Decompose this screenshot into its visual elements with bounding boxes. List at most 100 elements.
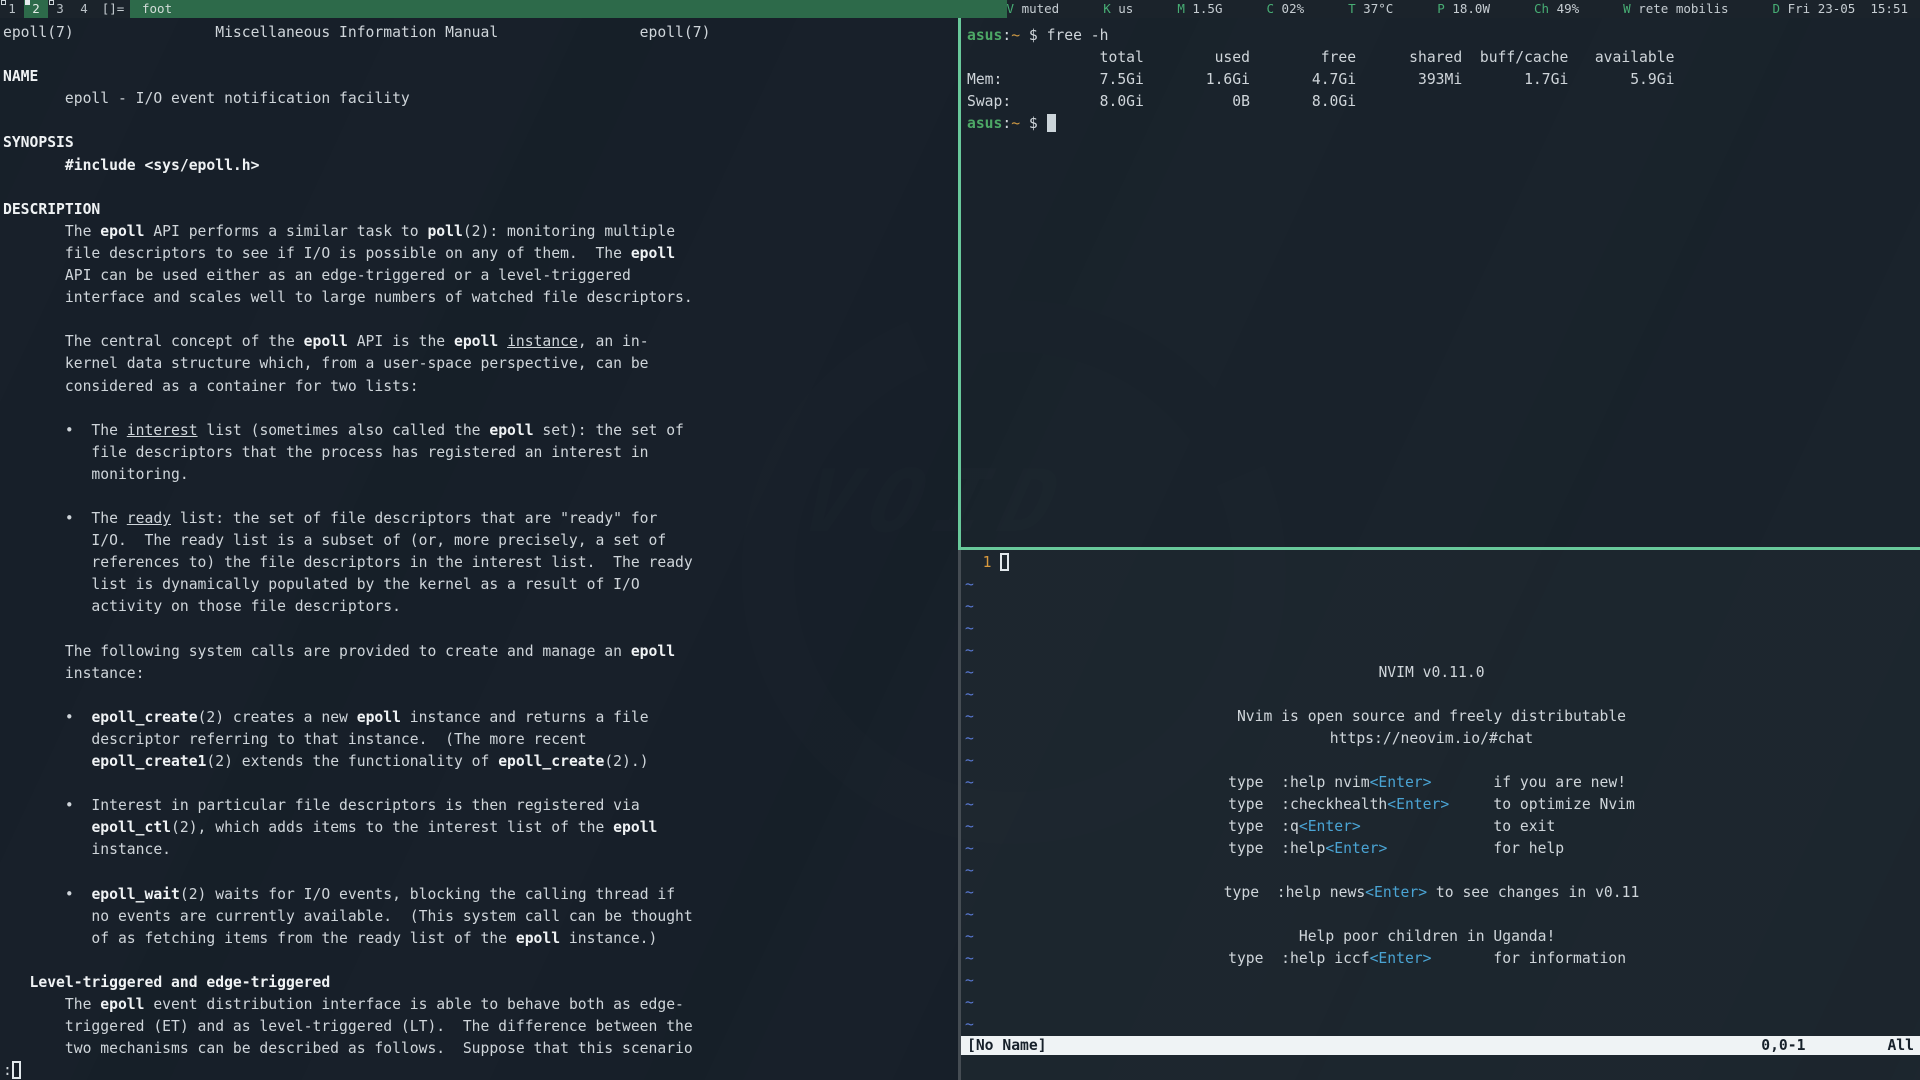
focused-window-border-left [958,18,961,547]
status-key: W [1623,1,1631,16]
man-line [3,619,958,641]
tag-client-indicator [49,0,54,5]
nvim-tilde: ~ [965,662,974,684]
man-line: SYNOPSIS [3,132,958,154]
shell-terminal[interactable]: asus:~ $ free -h total used free shared … [961,18,1920,547]
man-line: of as fetching items from the ready list… [3,928,958,950]
man-line: file descriptors that the process has re… [3,442,958,464]
nvim-row: ~ [961,574,1920,596]
tag-3[interactable]: 3 [48,0,72,18]
nvim-tilde: ~ [965,728,974,750]
nvim-cursor [1000,553,1009,571]
nvim-tilde: ~ [965,684,974,706]
nvim-intro-text: https://neovim.io/#chat [961,728,1920,750]
man-line [3,862,958,884]
dwm-status-bar: 1234 []= foot V mutedK usM 1.5GC 02%T 37… [0,0,1920,18]
man-line [3,177,958,199]
pager-prompt: : [3,1060,958,1080]
window-title: foot [130,0,1007,18]
prompt-hostname: asus [967,115,1002,132]
nvim-tilde: ~ [965,618,974,640]
man-line: two mechanisms can be described as follo… [3,1038,958,1060]
nvim-tilde: ~ [965,772,974,794]
tag-2[interactable]: 2 [24,0,48,18]
nvim-row: ~NVIM v0.11.0 [961,662,1920,684]
man-line [3,309,958,331]
man-line: instance: [3,663,958,685]
layout-symbol[interactable]: []= [96,0,130,18]
tag-1[interactable]: 1 [0,0,24,18]
status-module-p: P 18.0W [1437,0,1490,18]
nvim-scroll-indicator: All [1887,1036,1914,1055]
man-line [3,44,958,66]
nvim-row: ~type :q<Enter> to exit [961,816,1920,838]
man-line [3,110,958,132]
nvim-tilde: ~ [965,596,974,618]
neovim-window[interactable]: 1 ~~~~~NVIM v0.11.0~~Nvim is open source… [961,550,1920,1080]
nvim-row: ~ [961,640,1920,662]
unfocused-window-border-left [958,550,961,1080]
status-module-k: K us [1103,0,1133,18]
man-line [3,685,958,707]
desktop: VOID 1234 []= foot V mutedK usM 1.5GC 02… [0,0,1920,1080]
nvim-cmdline [961,1055,1920,1080]
man-line: The epoll event distribution interface i… [3,994,958,1016]
man-line: activity on those file descriptors. [3,596,958,618]
nvim-row: ~ [961,904,1920,926]
man-line: triggered (ET) and as level-triggered (L… [3,1016,958,1038]
nvim-row: ~https://neovim.io/#chat [961,728,1920,750]
nvim-row: ~ [961,1014,1920,1036]
nvim-tilde: ~ [965,860,974,882]
nvim-row: 1 [961,552,1920,574]
man-line: file descriptors to see if I/O is possib… [3,243,958,265]
terminal-output-line: Mem: 7.5Gi 1.6Gi 4.7Gi 393Mi 1.7Gi 5.9Gi [967,69,1920,91]
man-line [3,950,958,972]
nvim-intro-text: type :help<Enter> for help [961,838,1920,860]
man-line: • The ready list: the set of file descri… [3,508,958,530]
nvim-row: ~ [961,596,1920,618]
terminal-output-line: Swap: 8.0Gi 0B 8.0Gi [967,91,1920,113]
window-title-text: foot [142,1,172,16]
man-line: interface and scales well to large numbe… [3,287,958,309]
terminal-prompt-line: asus:~ $ [967,113,1920,135]
man-line: • epoll_create(2) creates a new epoll in… [3,707,958,729]
man-line: monitoring. [3,464,958,486]
nvim-tilde: ~ [965,794,974,816]
nvim-file-name: [No Name] [967,1036,1047,1055]
nvim-tilde: ~ [965,926,974,948]
nvim-row: ~ [961,992,1920,1014]
nvim-row: ~ [961,860,1920,882]
nvim-tilde: ~ [965,970,974,992]
nvim-row: ~ [961,618,1920,640]
nvim-tilde: ~ [965,838,974,860]
tag-4[interactable]: 4 [72,0,96,18]
man-line: #include <sys/epoll.h> [3,155,958,177]
status-module-w: W rete mobilis [1623,0,1728,18]
status-key: M [1177,1,1185,16]
man-line: epoll - I/O event notification facility [3,88,958,110]
man-line: epoll_ctl(2), which adds items to the in… [3,817,958,839]
nvim-row: ~type :checkhealth<Enter> to optimize Nv… [961,794,1920,816]
nvim-row: ~Nvim is open source and freely distribu… [961,706,1920,728]
nvim-tilde: ~ [965,882,974,904]
nvim-intro-text: NVIM v0.11.0 [961,662,1920,684]
status-key: D [1773,1,1781,16]
nvim-tilde: ~ [965,992,974,1014]
focused-window-border-bottom [958,547,1920,550]
status-module-v: V muted [1007,0,1060,18]
status-module-ch: Ch 49% [1534,0,1579,18]
man-line [3,773,958,795]
prompt-path: ~ [1011,27,1020,44]
nvim-row: ~type :help news<Enter> to see changes i… [961,882,1920,904]
nvim-row: ~type :help<Enter> for help [961,838,1920,860]
nvim-intro-text: Nvim is open source and freely distribut… [961,706,1920,728]
nvim-intro-text: type :checkhealth<Enter> to optimize Nvi… [961,794,1920,816]
man-line: DESCRIPTION [3,199,958,221]
status-key: K [1103,1,1111,16]
man-line: list is dynamically populated by the ker… [3,574,958,596]
nvim-tilde: ~ [965,1014,974,1036]
status-module-c: C 02% [1266,0,1304,18]
man-line: epoll_create1(2) extends the functionali… [3,751,958,773]
man-page-terminal[interactable]: epoll(7) Miscellaneous Information Manua… [0,18,958,1080]
nvim-tilde: ~ [965,750,974,772]
